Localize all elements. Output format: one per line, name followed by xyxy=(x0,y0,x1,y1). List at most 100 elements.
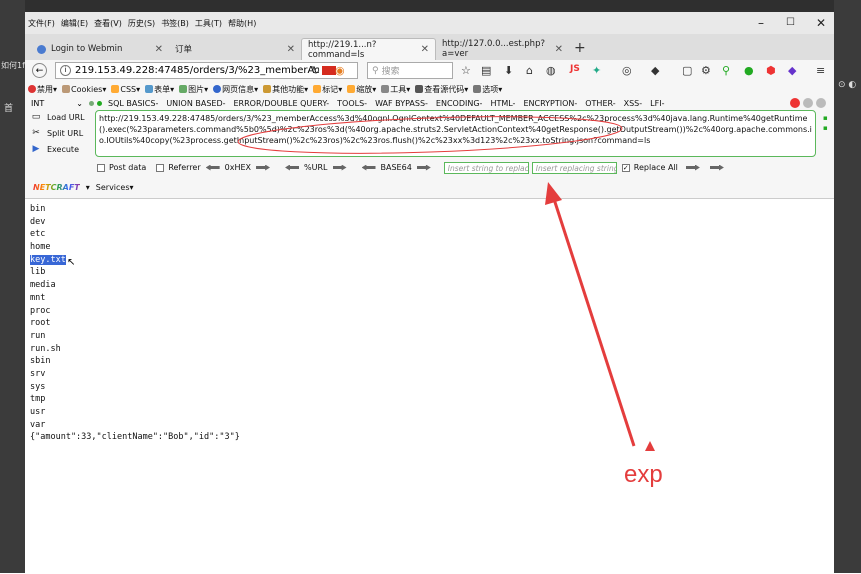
menu-view[interactable]: 查看(V) xyxy=(94,18,122,29)
menu-bar: 文件(F) 编辑(E) 查看(V) 历史(S) 书签(B) 工具(T) 帮助(H… xyxy=(25,12,834,34)
url-decode-arrow-icon[interactable] xyxy=(285,164,300,171)
search-input[interactable]: ⚲ 搜索 xyxy=(367,62,453,79)
replace-string-input[interactable]: Insert replacing string xyxy=(531,161,617,174)
post-data-checkbox[interactable] xyxy=(97,163,105,172)
close-tab-icon[interactable]: ✕ xyxy=(555,44,563,55)
tab-label: http://219.1...n?command=ls xyxy=(308,39,377,60)
base64-decode-arrow-icon[interactable] xyxy=(361,164,376,171)
disable-menu[interactable]: 禁用 ▾ xyxy=(28,84,57,95)
tab-webmin[interactable]: Login to Webmin ✕ xyxy=(31,38,169,60)
back-icon[interactable]: ← xyxy=(32,63,47,78)
restore-icon[interactable] xyxy=(816,98,826,108)
tab-localhost[interactable]: http://127.0.0...est.php?a=ver ✕ xyxy=(436,38,569,60)
resize-menu[interactable]: 缩放 ▾ xyxy=(347,84,376,95)
reading-list-icon[interactable]: ▤ xyxy=(481,64,491,77)
download-icon[interactable]: ⬇ xyxy=(504,64,513,77)
extension-icon[interactable]: ✦ xyxy=(592,64,601,77)
menu-sql-basics[interactable]: SQL BASICS- xyxy=(108,99,158,108)
tab-orders[interactable]: 订单 ✕ xyxy=(169,38,301,60)
hackbar-panel: ▭ Load URL ✂ Split URL ▶ Execute http://219… xyxy=(25,110,834,198)
menu-xss[interactable]: XSS- xyxy=(624,99,643,108)
js-toggle-icon[interactable]: JS xyxy=(570,64,580,74)
selected-text[interactable]: key.txt xyxy=(30,254,66,265)
css-menu[interactable]: CSS ▾ xyxy=(111,85,140,94)
home-icon[interactable]: ⌂ xyxy=(526,64,533,77)
hamburger-menu-icon[interactable]: ≡ xyxy=(816,64,825,77)
replace-arrow-icon[interactable] xyxy=(709,164,724,171)
menu-waf-bypass[interactable]: WAF BYPASS- xyxy=(375,99,428,108)
status-dot-icon xyxy=(89,100,94,106)
tab-command[interactable]: http://219.1...n?command=ls ✕ xyxy=(301,38,436,60)
menu-encoding[interactable]: ENCODING- xyxy=(436,99,483,108)
tools-menu[interactable]: 工具 ▾ xyxy=(381,84,410,95)
new-tab-icon[interactable]: + xyxy=(574,40,586,56)
menu-history[interactable]: 历史(S) xyxy=(128,18,155,29)
hex-encode-arrow-icon[interactable] xyxy=(256,164,271,171)
list-item: usr xyxy=(30,407,46,417)
hackbar-url-textarea[interactable]: http://219.153.49.228:47485/orders/3/%23… xyxy=(95,110,816,157)
replace-arrow-icon[interactable] xyxy=(685,164,700,171)
search-extension-icon[interactable]: ⚲ xyxy=(722,64,730,77)
replace-all-checkbox[interactable]: ✓ xyxy=(621,163,630,172)
menu-error-double-query[interactable]: ERROR/DOUBLE QUERY- xyxy=(234,99,330,108)
url-encode-arrow-icon[interactable] xyxy=(332,164,347,171)
menu-tools[interactable]: 工具(T) xyxy=(195,18,222,29)
close-tab-icon[interactable]: ✕ xyxy=(155,44,163,55)
menu-union-based[interactable]: UNION BASED- xyxy=(166,99,225,108)
bookmark-star-icon[interactable]: ☆ xyxy=(461,64,471,77)
extension-icon[interactable]: ◆ xyxy=(651,64,659,77)
menu-encryption[interactable]: ENCRYPTION- xyxy=(523,99,577,108)
search-string-input[interactable]: Insert string to replace xyxy=(443,161,529,174)
execute-button[interactable]: ▶ Execute xyxy=(31,144,79,154)
netcraft-logo[interactable]: NETCRAFT xyxy=(33,183,80,192)
scroll-up-icon[interactable]: ▪ xyxy=(823,114,828,122)
site-info-icon[interactable]: i xyxy=(60,65,71,76)
menu-help[interactable]: 帮助(H) xyxy=(228,18,256,29)
list-item: dev xyxy=(30,216,46,227)
view-source-menu[interactable]: 查看源代码 ▾ xyxy=(415,84,468,95)
minimize-icon[interactable] xyxy=(803,98,813,108)
referrer-checkbox[interactable] xyxy=(156,163,165,172)
extension-icon[interactable]: ◍ xyxy=(546,64,556,77)
menu-edit[interactable]: 编辑(E) xyxy=(61,18,88,29)
addon-icon[interactable]: ◉ xyxy=(335,64,345,77)
menu-lfi[interactable]: LFI- xyxy=(650,99,664,108)
close-tab-icon[interactable]: ✕ xyxy=(421,44,429,55)
maximize-icon[interactable]: ☐ xyxy=(786,17,795,28)
menu-file[interactable]: 文件(F) xyxy=(28,18,55,29)
menu-tools[interactable]: TOOLS- xyxy=(337,99,367,108)
menu-other[interactable]: OTHER- xyxy=(585,99,615,108)
adblock-icon[interactable]: ⬢ xyxy=(766,64,776,77)
cookies-menu[interactable]: Cookies ▾ xyxy=(62,85,106,94)
extension-icon[interactable]: ◆ xyxy=(788,64,796,77)
extension-icon[interactable]: ◎ xyxy=(622,64,632,77)
chevron-down-icon[interactable]: ▾ xyxy=(86,183,90,192)
reload-icon[interactable]: ↻ xyxy=(311,64,320,77)
extension-icon[interactable]: ▢ xyxy=(682,64,692,77)
load-url-button[interactable]: ▭ Load URL xyxy=(31,112,85,122)
close-tab-icon[interactable]: ✕ xyxy=(287,44,295,55)
hex-decode-arrow-icon[interactable] xyxy=(205,164,220,171)
base64-encode-arrow-icon[interactable] xyxy=(416,164,431,171)
forms-menu[interactable]: 表单 ▾ xyxy=(145,84,174,95)
split-url-button[interactable]: ✂ Split URL xyxy=(31,128,83,138)
close-window-icon[interactable]: ✕ xyxy=(816,16,826,30)
minimize-icon[interactable]: – xyxy=(758,16,764,30)
pencil-icon xyxy=(313,85,322,93)
background-right-icons: ⊙ ◐ xyxy=(838,80,857,90)
extension-icon[interactable]: ⚙ xyxy=(701,64,711,77)
menu-bookmarks[interactable]: 书签(B) xyxy=(161,18,189,29)
hackbar-type-select[interactable]: INT ⌄ xyxy=(31,99,83,108)
extension-icon[interactable]: ● xyxy=(744,64,754,77)
services-menu[interactable]: Services xyxy=(96,183,130,192)
options-menu[interactable]: 选项 ▾ xyxy=(473,84,502,95)
images-menu[interactable]: 图片 ▾ xyxy=(179,84,208,95)
tools-icon xyxy=(381,85,390,93)
outline-menu[interactable]: 标记 ▾ xyxy=(313,84,342,95)
menu-html[interactable]: HTML- xyxy=(490,99,515,108)
page-info-menu[interactable]: 网页信息 ▾ xyxy=(213,84,258,95)
scroll-down-icon[interactable]: ▪ xyxy=(823,124,828,132)
misc-menu[interactable]: 其他功能 ▾ xyxy=(263,84,308,95)
mouse-cursor-icon: ↖ xyxy=(67,257,76,268)
close-icon[interactable] xyxy=(790,98,800,108)
